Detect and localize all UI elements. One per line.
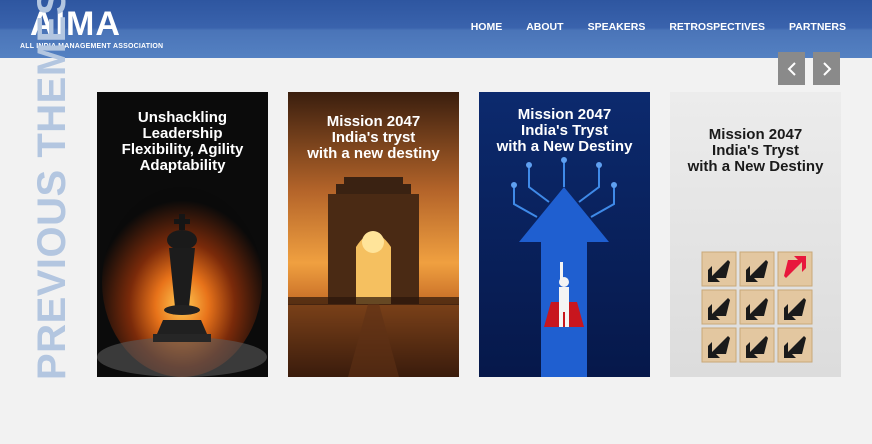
carousel-next-button[interactable] bbox=[813, 52, 840, 85]
header: AIMA ALL INDIA MANAGEMENT ASSOCIATION HO… bbox=[0, 0, 872, 58]
card-3-title: Mission 2047 India's Tryst with a New De… bbox=[496, 106, 633, 155]
nav-partners[interactable]: PARTNERS bbox=[789, 21, 846, 33]
carousel-prev-button[interactable] bbox=[778, 52, 805, 85]
section-title: PREVIOUS THEMES bbox=[30, 0, 74, 380]
theme-card-4[interactable]: Mission 2047 India's Tryst with a New De… bbox=[670, 92, 841, 377]
nav-speakers[interactable]: SPEAKERS bbox=[588, 21, 646, 33]
theme-card-3[interactable]: Mission 2047 India's Tryst with a New De… bbox=[479, 92, 650, 377]
nav-about[interactable]: ABOUT bbox=[526, 21, 563, 33]
main-nav: HOME ABOUT SPEAKERS RETROSPECTIVES PARTN… bbox=[447, 21, 846, 33]
card-2-title: Mission 2047 India's tryst with a new de… bbox=[307, 113, 440, 162]
chevron-right-icon bbox=[822, 61, 831, 76]
card-4-title: Mission 2047 India's Tryst with a New De… bbox=[687, 126, 824, 175]
nav-home[interactable]: HOME bbox=[471, 21, 503, 33]
theme-card-2[interactable]: Mission 2047 India's tryst with a new de… bbox=[288, 92, 459, 377]
theme-card-1[interactable]: Unshackling Leadership Flexibility, Agil… bbox=[97, 92, 268, 377]
card-1-title: Unshackling Leadership Flexibility, Agil… bbox=[121, 109, 244, 174]
chevron-left-icon bbox=[787, 61, 796, 76]
nav-retrospectives[interactable]: RETROSPECTIVES bbox=[669, 21, 765, 33]
